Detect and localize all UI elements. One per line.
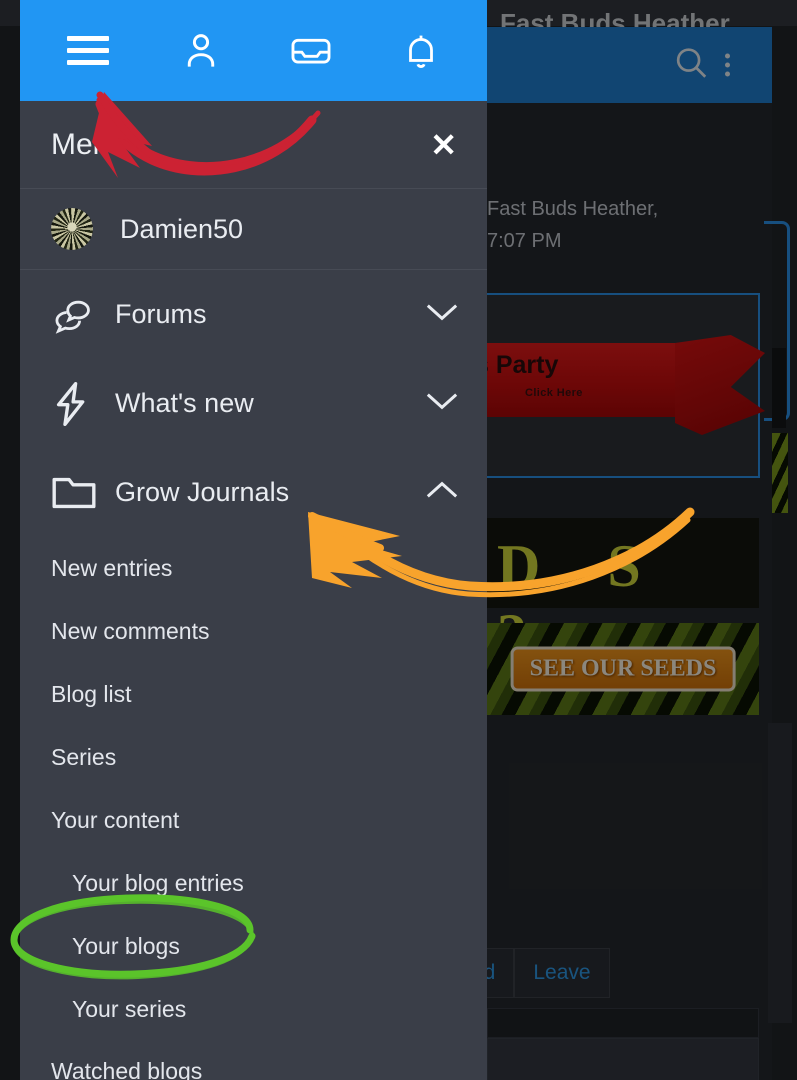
sidebar-subitem-your-blogs[interactable]: Your blogs <box>20 915 487 978</box>
avatar <box>51 208 93 250</box>
hamburger-glyph <box>67 36 109 65</box>
sidebar-subitem-label: Watched blogs <box>51 1057 203 1080</box>
sidebar-item-whats-new[interactable]: What's new <box>20 359 487 448</box>
sidebar-item-forums[interactable]: Forums <box>20 270 487 359</box>
sidebar-subitem-new-comments[interactable]: New comments <box>20 600 487 663</box>
sidebar-subitem-label: Your series <box>72 996 187 1022</box>
forums-chat-icon <box>51 295 115 335</box>
close-icon[interactable]: ✕ <box>430 129 457 161</box>
sidebar-subitem-label: Your content <box>51 807 180 833</box>
sidebar-subitem-label: New comments <box>51 618 210 644</box>
sidebar-item-label: What's new <box>115 388 254 418</box>
sidebar-subitem-your-blog-entries[interactable]: Your blog entries <box>20 852 487 915</box>
user-name: Damien50 <box>120 213 244 244</box>
drawer-user-row[interactable]: Damien50 <box>20 189 487 270</box>
folder-icon <box>51 473 115 513</box>
bell-icon[interactable] <box>366 0 476 101</box>
sidebar-subitem-label: Series <box>51 744 117 770</box>
sidebar-subitem-label: Blog list <box>51 681 132 707</box>
sidebar-item-label: Grow Journals <box>115 477 290 507</box>
sidebar-subitem-watched-blogs[interactable]: Watched blogs <box>20 1041 487 1080</box>
grow-journals-chevron[interactable] <box>425 479 459 506</box>
account-icon[interactable] <box>146 0 256 101</box>
sidebar-item-grow-journals[interactable]: Grow Journals <box>20 448 487 537</box>
sidebar-item-label: Forums <box>115 299 207 329</box>
lightning-bolt-icon <box>51 381 115 427</box>
hamburger-menu-icon[interactable] <box>30 0 146 101</box>
chevron-down-icon[interactable] <box>425 390 459 417</box>
sidebar-subitem-label: Your blog entries <box>72 870 244 896</box>
chevron-down-icon[interactable] <box>425 301 459 328</box>
sidebar-subitem-label: New entries <box>51 555 173 581</box>
page-title: Menu <box>51 127 127 161</box>
inbox-icon[interactable] <box>256 0 366 101</box>
sidebar-subitem-your-series[interactable]: Your series <box>20 978 487 1041</box>
drawer-header: Menu ✕ <box>20 101 487 189</box>
drawer-appbar <box>20 0 487 101</box>
sidebar-subitem-new-entries[interactable]: New entries <box>20 537 487 600</box>
navigation-drawer: Menu ✕ Damien50 Forums What's new Grow J… <box>20 0 487 1080</box>
sidebar-subitem-your-content[interactable]: Your content <box>20 789 487 852</box>
sidebar-subitem-series[interactable]: Series <box>20 726 487 789</box>
sidebar-subitem-label: Your blogs <box>72 933 180 959</box>
sidebar-subitem-blog-list[interactable]: Blog list <box>20 663 487 726</box>
